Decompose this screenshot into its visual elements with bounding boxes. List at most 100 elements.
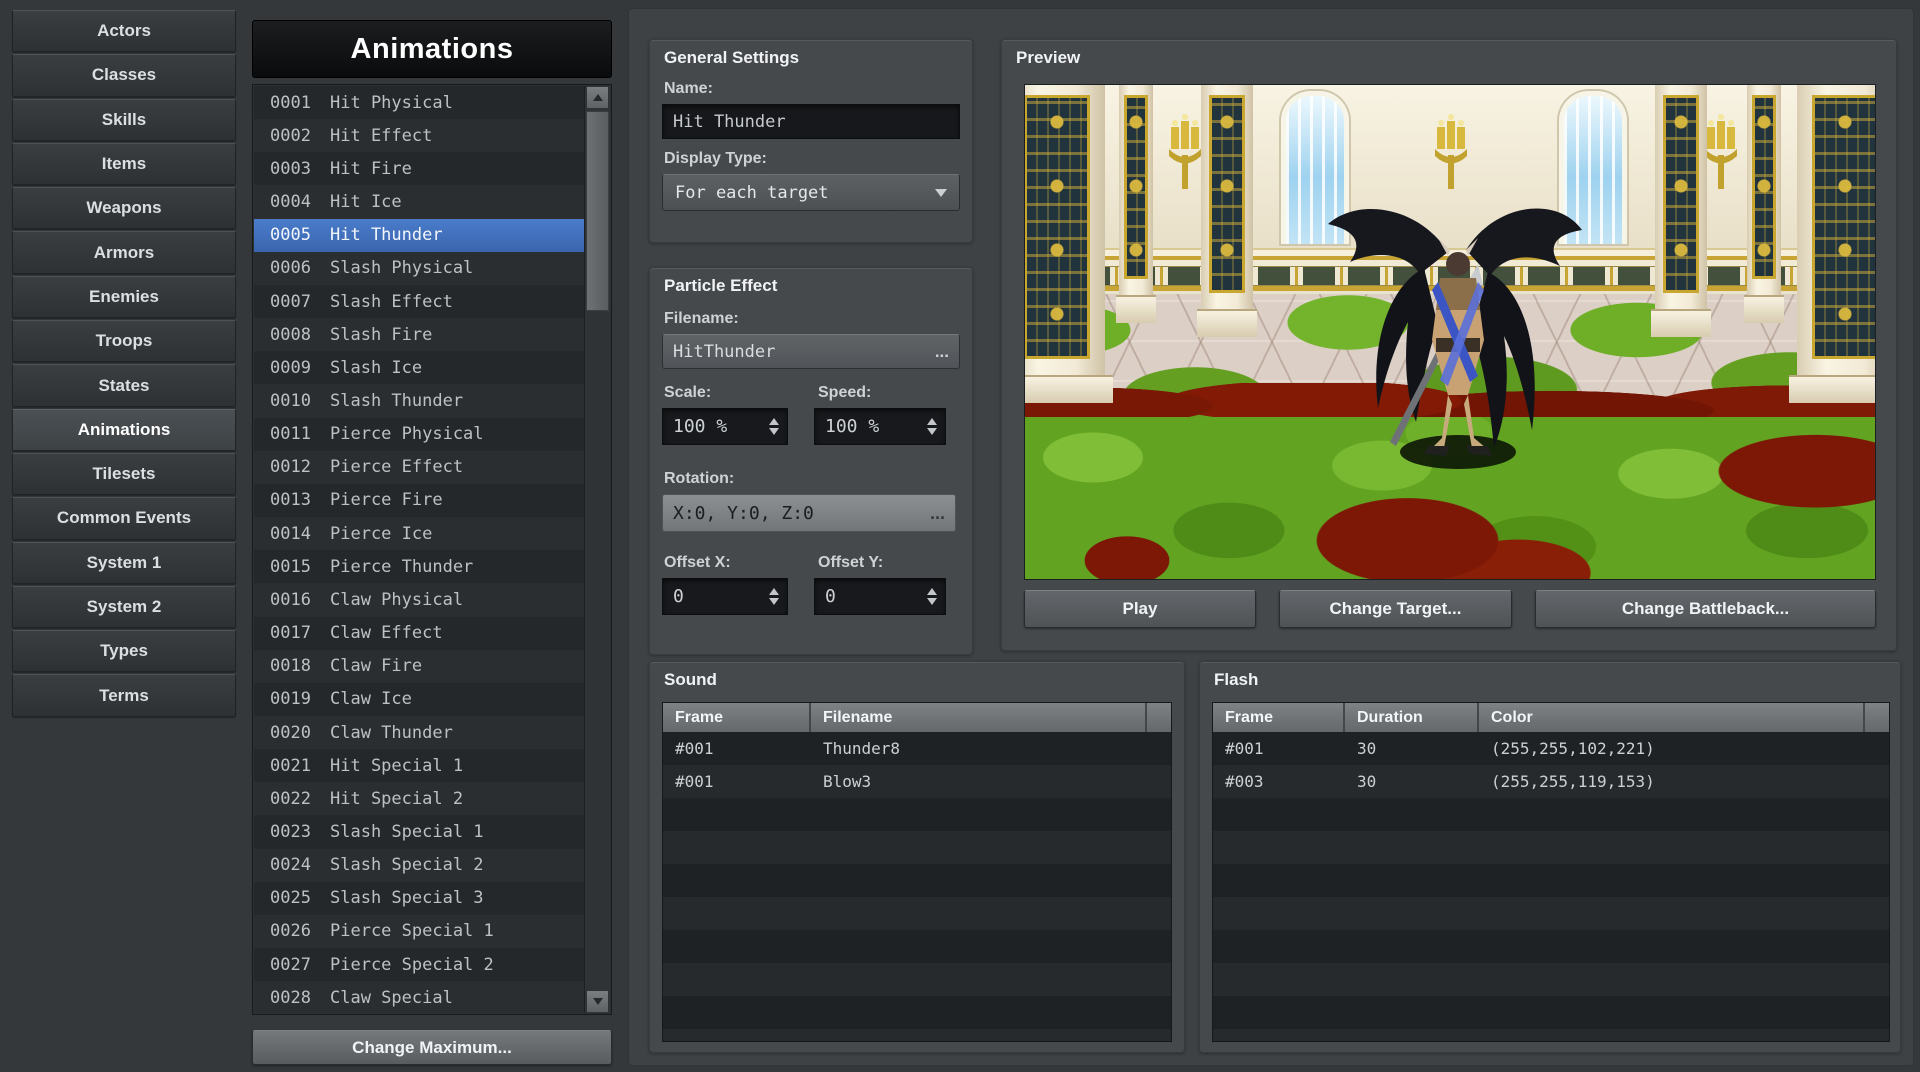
animation-row[interactable]: 0027 Pierce Special 2 [254,948,584,981]
sidebar-item[interactable]: Skills [12,99,236,141]
animation-row[interactable]: 0022 Hit Special 2 [254,782,584,815]
animation-row[interactable]: 0007 Slash Effect [254,285,584,318]
animation-row[interactable]: 0018 Claw Fire [254,650,584,683]
sidebar-item[interactable]: Troops [12,320,236,362]
group-title: Preview [1016,48,1080,68]
animation-list: 0001 Hit Physical 0002 Hit Effect 0003 H… [252,84,612,1015]
animation-row[interactable]: 0001 Hit Physical [254,86,584,119]
animation-row[interactable]: 0025 Slash Special 3 [254,882,584,915]
animation-row[interactable]: 0010 Slash Thunder [254,384,584,417]
duration-cell: 30 [1345,732,1479,765]
rotation-input[interactable]: X:0, Y:0, Z:0 ... [662,494,956,532]
animation-row[interactable]: 0011 Pierce Physical [254,418,584,451]
display-type-select[interactable]: For each target [662,174,960,211]
animation-row[interactable]: 0012 Pierce Effect [254,451,584,484]
sound-row[interactable]: #001 Blow3 [663,765,1171,798]
offset-x-input[interactable]: 0 [662,578,788,615]
animation-id: 0003 [270,159,330,179]
color-cell: (255,255,102,221) [1479,732,1889,765]
browse-button[interactable]: ... [935,342,949,362]
rpg-maker-database-window: Actors Classes Skills Items Weapons Armo… [0,0,1920,1072]
editor-panel: General Settings Name: Hit Thunder Displ… [628,8,1914,1066]
preview-group: Preview [1001,39,1897,651]
animation-name: Pierce Special 1 [330,921,494,941]
rotation-browse-button[interactable]: ... [930,503,945,524]
general-settings-group: General Settings Name: Hit Thunder Displ… [649,39,973,243]
animation-id: 0022 [270,789,330,809]
animation-name: Claw Special [330,988,453,1008]
sidebar-item[interactable]: Armors [12,231,236,273]
animation-row[interactable]: 0020 Claw Thunder [254,716,584,749]
play-button[interactable]: Play [1024,590,1256,628]
sidebar-item[interactable]: Animations [12,409,236,451]
animation-row[interactable]: 0021 Hit Special 1 [254,749,584,782]
sound-table: FrameFilename #001 Thunder8 #001 Blow3 [662,702,1172,1042]
frame-cell: #001 [663,732,811,765]
animation-row[interactable]: 0005 Hit Thunder [254,219,584,252]
frame-cell: #003 [1213,765,1345,798]
group-title: Particle Effect [664,276,777,296]
sidebar-item[interactable]: Items [12,143,236,185]
animation-id: 0002 [270,126,330,146]
column-header: Frame [663,703,811,732]
animation-name: Slash Special 1 [330,822,484,842]
animation-row[interactable]: 0017 Claw Effect [254,617,584,650]
animation-row[interactable]: 0009 Slash Ice [254,351,584,384]
animation-row[interactable]: 0003 Hit Fire [254,152,584,185]
sidebar-item[interactable]: Actors [12,10,236,52]
change-maximum-button[interactable]: Change Maximum... [252,1030,612,1065]
animation-row[interactable]: 0004 Hit Ice [254,185,584,218]
column-header: Frame [1213,703,1345,732]
scale-input[interactable]: 100 % [662,408,788,445]
animation-id: 0015 [270,557,330,577]
sound-row[interactable]: #001 Thunder8 [663,732,1171,765]
filename-input[interactable]: HitThunder ... [662,334,960,369]
animation-name: Slash Ice [330,358,422,378]
scale-label: Scale: [664,384,711,402]
name-input[interactable]: Hit Thunder [662,104,960,139]
column-header: Filename [811,703,1147,732]
sidebar-item[interactable]: System 1 [12,542,236,584]
sidebar-item[interactable]: Classes [12,54,236,96]
animation-row[interactable]: 0016 Claw Physical [254,583,584,616]
spinner-arrows-icon[interactable] [761,413,787,440]
animation-row[interactable]: 0024 Slash Special 2 [254,849,584,882]
sidebar-item[interactable]: Tilesets [12,453,236,495]
change-target-button[interactable]: Change Target... [1279,590,1512,628]
sidebar-item[interactable]: States [12,364,236,406]
animation-row[interactable]: 0013 Pierce Fire [254,484,584,517]
animation-row[interactable]: 0026 Pierce Special 1 [254,915,584,948]
animation-id: 0016 [270,590,330,610]
animation-row[interactable]: 0023 Slash Special 1 [254,815,584,848]
flash-row[interactable]: #001 30 (255,255,102,221) [1213,732,1889,765]
enemy-sprite [1320,190,1590,475]
animation-name: Pierce Fire [330,490,443,510]
spinner-arrows-icon[interactable] [919,413,945,440]
sidebar-item[interactable]: System 2 [12,586,236,628]
animation-row[interactable]: 0015 Pierce Thunder [254,550,584,583]
scrollbar[interactable] [584,86,610,1013]
speed-input[interactable]: 100 % [814,408,946,445]
spinner-arrows-icon[interactable] [761,583,787,610]
candelabra-icon [1165,113,1205,193]
sidebar-item[interactable]: Types [12,630,236,672]
sidebar-item[interactable]: Weapons [12,187,236,229]
change-battleback-button[interactable]: Change Battleback... [1535,590,1876,628]
spinner-arrows-icon[interactable] [919,583,945,610]
animation-row[interactable]: 0019 Claw Ice [254,683,584,716]
scroll-down-icon[interactable] [586,990,609,1013]
animation-row[interactable]: 0028 Claw Special [254,981,584,1013]
rotation-value: X:0, Y:0, Z:0 [673,503,814,524]
sidebar-item[interactable]: Terms [12,674,236,716]
animation-row[interactable]: 0002 Hit Effect [254,119,584,152]
animation-row[interactable]: 0014 Pierce Ice [254,517,584,550]
battleback-pillar [1655,85,1707,337]
sidebar-item[interactable]: Common Events [12,497,236,539]
offset-y-input[interactable]: 0 [814,578,946,615]
animation-row[interactable]: 0006 Slash Physical [254,252,584,285]
animation-row[interactable]: 0008 Slash Fire [254,318,584,351]
sidebar-item[interactable]: Enemies [12,276,236,318]
scrollbar-thumb[interactable] [586,111,609,311]
scroll-up-icon[interactable] [586,86,609,109]
flash-row[interactable]: #003 30 (255,255,119,153) [1213,765,1889,798]
